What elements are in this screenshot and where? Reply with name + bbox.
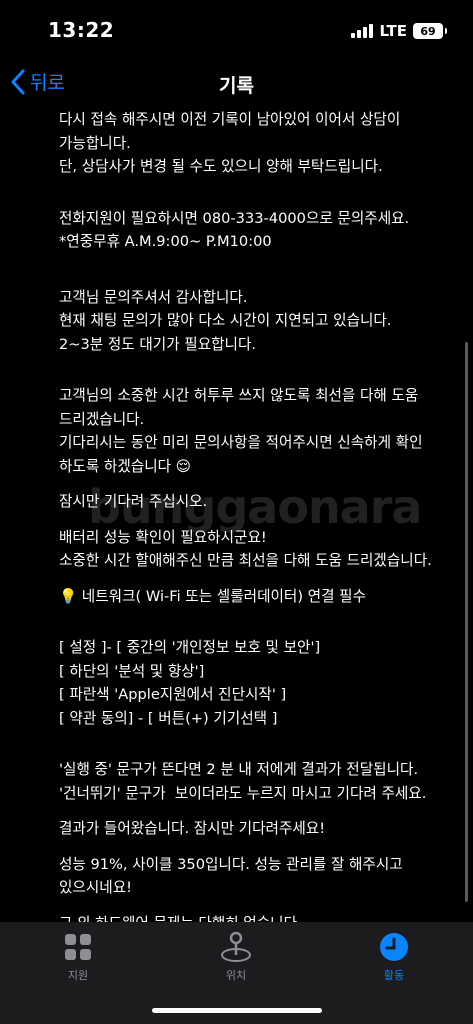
battery-level: 69 [420, 24, 436, 38]
grid-icon [65, 934, 91, 960]
network-type: LTE [379, 22, 407, 40]
home-indicator[interactable] [152, 1008, 322, 1013]
message: '실행 중' 문구가 뜬다면 2 분 내 저에게 결과가 전달됩니다. '건너뛰… [59, 761, 427, 802]
message: 고객님 문의주셔서 감사합니다. 현재 채팅 문의가 많아 다소 시간이 지연되… [59, 288, 392, 353]
tab-label: 활동 [383, 969, 405, 982]
tab-label: 위치 [225, 969, 247, 982]
message: 잠시만 기다려 주십시오. [59, 493, 208, 510]
status-indicators: LTE 69 [351, 22, 447, 40]
message: 결과가 들어왔습니다. 잠시만 기다려주세요! [59, 820, 326, 837]
tab-activity[interactable]: 활동 [349, 931, 439, 983]
message: 그 외 하드웨어 문제는 다행히 없습니다. [59, 912, 459, 923]
navigation-bar: 뒤로 기록 [0, 60, 473, 106]
chat-history[interactable]: 다시 접속 해주시면 이전 기록이 남아있어 이어서 상담이 가능합니다. 단,… [0, 106, 473, 922]
tab-support[interactable]: 지원 [33, 931, 123, 983]
page-title: 기록 [219, 75, 254, 97]
message-list: 다시 접속 해주시면 이전 기록이 남아있어 이어서 상담이 가능합니다. 단,… [59, 108, 459, 922]
tab-location[interactable]: 위치 [191, 931, 281, 983]
message: 💡 네트워크( Wi-Fi 또는 셀룰러데이터) 연결 필수 [59, 587, 367, 605]
status-time: 13:22 [48, 18, 115, 42]
message: 전화지원이 필요하시면 080-333-4000으로 문의주세요. *연중무휴 … [59, 209, 410, 251]
status-bar: 13:22 LTE 69 [0, 0, 473, 60]
location-pin-icon [221, 931, 251, 962]
cellular-signal-icon [351, 24, 374, 38]
clock-icon [380, 933, 408, 961]
message: 다시 접속 해주시면 이전 기록이 남아있어 이어서 상담이 가능합니다. 단,… [59, 111, 401, 175]
message: 배터리 성능 확인이 필요하시군요! 소중한 시간 할애해주신 만큼 최선을 다… [59, 528, 432, 570]
battery-icon: 69 [413, 23, 447, 39]
scrollbar[interactable] [465, 342, 468, 902]
message: [ 설정 ]- [ 중간의 '개인정보 보호 및 보안'] [ 하단의 '분석 … [59, 639, 321, 727]
message: 고객님의 소중한 시간 허투루 쓰지 않도록 최선을 다해 도움 드리겠습니다.… [59, 387, 423, 475]
message: 성능 91%, 사이클 350입니다. 성능 관리를 잘 해주시고 있으시네요! [59, 855, 403, 897]
tab-label: 지원 [67, 969, 89, 982]
